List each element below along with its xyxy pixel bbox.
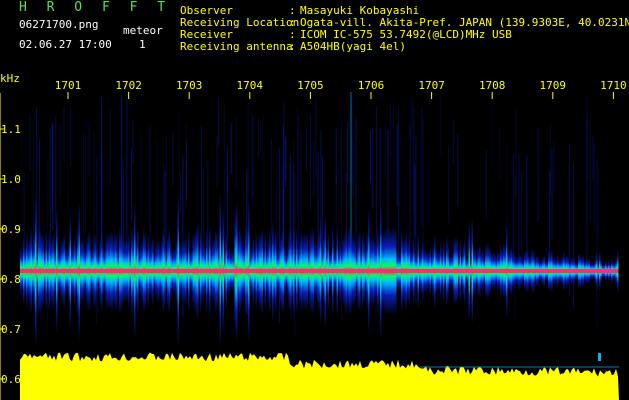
noise-level-trace [20,352,619,400]
time-tick-label: 1703 [176,79,203,92]
time-tick-label: 1705 [297,79,324,92]
time-tick-label: 1709 [540,79,567,92]
noise-level-fill [20,352,619,400]
time-axis: 1701 1702 1703 1704 1705 1706 1707 1708 1709 1710 [55,79,627,99]
time-tick-label: 1708 [479,79,506,92]
meteor-marker [598,353,601,361]
frequency-axis: 1.11.00.90.80.70.6 [0,123,21,386]
time-tick-label: 1706 [358,79,385,92]
spectrogram: kHz 1701 1702 1703 1704 1705 1706 1707 1708 1709… [0,72,627,400]
time-tick-label: 1701 [55,79,82,92]
time-tick-label: 1710 [600,79,627,92]
freq-unit-label: kHz [0,72,20,85]
signal-band [20,193,619,349]
signal-center-line [20,269,618,273]
time-tick-label: 1707 [418,79,445,92]
time-tick-label: 1704 [237,79,264,92]
time-tick-label: 1702 [115,79,142,92]
